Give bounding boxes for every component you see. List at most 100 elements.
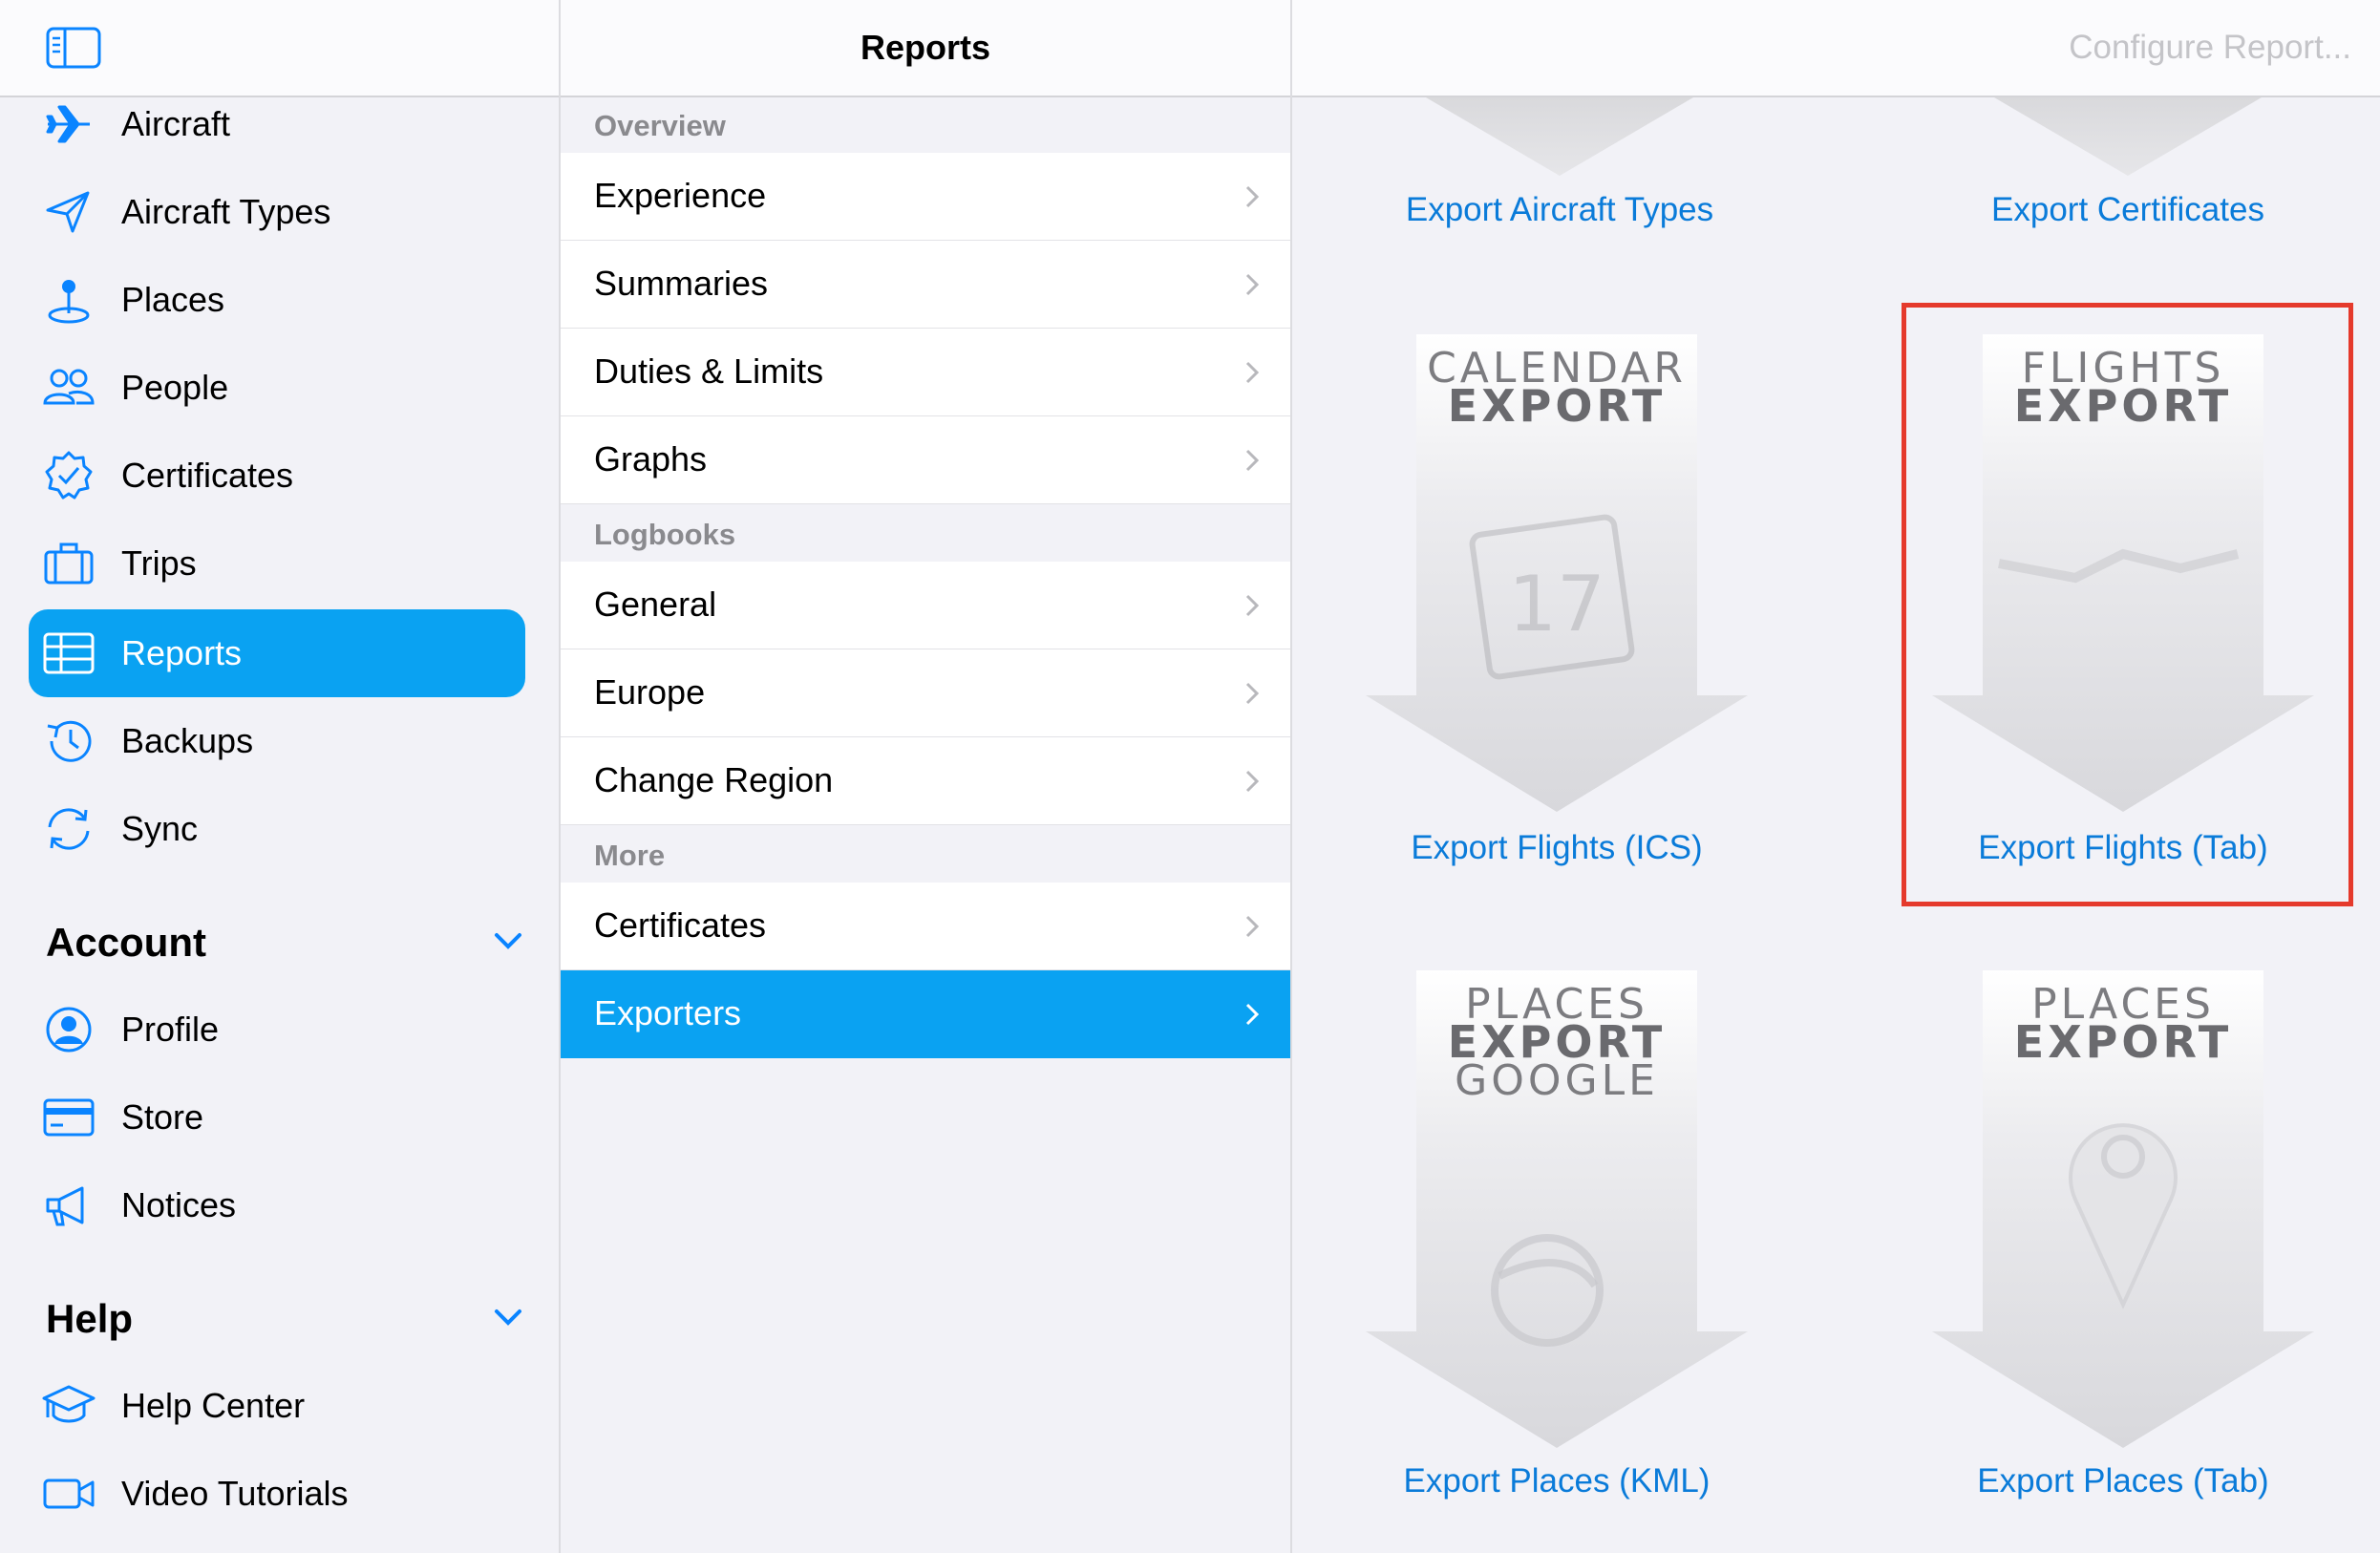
paper-plane-icon — [46, 191, 90, 233]
chevron-down-icon — [495, 1309, 521, 1326]
section-title: Help — [46, 1296, 134, 1341]
sidebar-item-label: Aircraft Types — [121, 192, 331, 231]
sidebar-item-notices[interactable]: Notices — [29, 1161, 525, 1249]
sidebar-item-label: Sync — [121, 809, 199, 848]
row-label: Summaries — [594, 264, 769, 303]
export-certificates-link[interactable]: Export Certificates — [1908, 189, 2348, 231]
list-row-europe[interactable]: Europe — [561, 649, 1290, 737]
sidebar-item-sync[interactable]: Sync — [29, 785, 525, 873]
row-label: General — [594, 585, 717, 624]
person-circle-icon — [46, 1007, 92, 1053]
row-label: Change Region — [594, 760, 834, 799]
row-label: Certificates — [594, 905, 767, 945]
list-row-general[interactable]: General — [561, 562, 1290, 649]
export-aircraft-types-link[interactable]: Export Aircraft Types — [1340, 189, 1779, 231]
sidebar-item-aircraft[interactable]: Aircraft — [29, 80, 525, 168]
page-title: Reports — [860, 28, 991, 67]
sidebar-item-store[interactable]: Store — [29, 1074, 525, 1161]
highlight-box — [1902, 303, 2353, 906]
list-row-experience[interactable]: Experience — [561, 153, 1290, 241]
navigation-bar: Reports — [561, 0, 1290, 97]
sidebar-item-label: Aircraft — [121, 104, 231, 143]
svg-text:17: 17 — [1508, 560, 1605, 649]
tile-title-line2: EXPORT — [2013, 1016, 2233, 1068]
row-label: Europe — [594, 672, 706, 712]
export-certificates-tile-icon[interactable] — [1994, 97, 2262, 178]
sidebar: Aircraft Aircraft Types Places People Ce… — [0, 0, 559, 1553]
tile-title-line2: EXPORT — [1447, 380, 1667, 432]
sidebar-item-help-center[interactable]: Help Center — [29, 1362, 525, 1450]
sidebar-item-certificates[interactable]: Certificates — [29, 432, 525, 520]
list-row-certificates[interactable]: Certificates — [561, 883, 1290, 970]
export-flights-ics-link[interactable]: Export Flights (ICS) — [1337, 827, 1776, 869]
sidebar-item-aircraft-types[interactable]: Aircraft Types — [29, 168, 525, 256]
sidebar-item-label: Certificates — [121, 456, 294, 495]
sidebar-item-label: Reports — [121, 633, 243, 672]
sidebar-item-reports[interactable]: Reports — [29, 609, 525, 697]
tile-title-line3: GOOGLE — [1455, 1056, 1659, 1105]
sidebar-item-label: People — [121, 368, 229, 407]
video-icon — [43, 1479, 95, 1509]
certificate-badge-icon — [45, 451, 93, 500]
chevron-down-icon — [495, 933, 521, 949]
chevron-right-icon — [1245, 594, 1260, 617]
sidebar-item-video-tutorials[interactable]: Video Tutorials — [29, 1450, 525, 1538]
list-row-duties-limits[interactable]: Duties & Limits — [561, 329, 1290, 416]
sidebar-item-label: Places — [121, 280, 225, 319]
export-places-tab-link[interactable]: Export Places (Tab) — [1903, 1460, 2343, 1502]
sidebar-item-label: Profile — [121, 1010, 220, 1049]
detail-toolbar: Configure Report... — [1292, 0, 2380, 97]
sidebar-item-profile[interactable]: Profile — [29, 986, 525, 1074]
export-flights-ics-tile[interactable]: 17 CALENDAR EXPORT Export Flights (ICS) — [1366, 334, 1748, 984]
group-header-more: More — [594, 839, 666, 872]
export-places-tab-tile[interactable]: PLACES EXPORT Export Places (Tab) — [1932, 970, 2314, 1553]
row-label: Duties & Limits — [594, 351, 824, 391]
sync-icon — [48, 808, 90, 850]
graduation-cap-icon — [42, 1385, 96, 1423]
clock-history-icon — [47, 720, 92, 762]
group-header-logbooks: Logbooks — [594, 518, 736, 551]
sidebar-item-label: Backups — [121, 721, 254, 760]
reports-list-pane: Reports Overview Experience Summaries Du… — [559, 0, 1292, 1553]
sidebar-item-label: Store — [121, 1097, 204, 1137]
list-row-summaries[interactable]: Summaries — [561, 241, 1290, 329]
sidebar-item-label: Help Center — [121, 1386, 306, 1425]
sidebar-item-people[interactable]: People — [29, 344, 525, 432]
chevron-right-icon — [1245, 915, 1260, 938]
sidebar-item-label: Notices — [121, 1185, 237, 1224]
export-places-kml-link[interactable]: Export Places (KML) — [1337, 1460, 1776, 1502]
sidebar-item-trips[interactable]: Trips — [29, 520, 525, 607]
table-icon — [43, 632, 95, 674]
chevron-right-icon — [1245, 1003, 1260, 1026]
section-title: Account — [46, 920, 206, 965]
row-label: Experience — [594, 176, 767, 215]
chevron-right-icon — [1245, 770, 1260, 793]
section-header-help[interactable]: Help — [46, 1287, 523, 1345]
group-header-overview: Overview — [594, 109, 726, 142]
megaphone-icon — [46, 1186, 84, 1226]
credit-card-icon — [43, 1098, 95, 1137]
chevron-right-icon — [1245, 449, 1260, 472]
row-label: Graphs — [594, 439, 708, 479]
suitcase-icon — [44, 542, 94, 585]
people-icon — [43, 369, 95, 405]
chevron-right-icon — [1245, 361, 1260, 384]
row-label: Exporters — [594, 993, 742, 1032]
sidebar-toggle-icon[interactable] — [46, 27, 101, 69]
chevron-right-icon — [1245, 682, 1260, 705]
configure-report-button[interactable]: Configure Report... — [2069, 27, 2351, 69]
list-row-change-region[interactable]: Change Region — [561, 737, 1290, 825]
chevron-right-icon — [1245, 185, 1260, 208]
export-places-kml-tile[interactable]: PLACES EXPORT GOOGLE Export Places (KML) — [1366, 970, 1748, 1553]
airplane-icon — [46, 105, 90, 143]
sidebar-item-backups[interactable]: Backups — [29, 697, 525, 785]
export-aircraft-types-tile-icon[interactable] — [1426, 97, 1693, 178]
chevron-right-icon — [1245, 273, 1260, 296]
pin-icon — [48, 280, 90, 324]
sidebar-item-label: Video Tutorials — [121, 1474, 349, 1513]
sidebar-item-places[interactable]: Places — [29, 256, 525, 344]
section-header-account[interactable]: Account — [46, 911, 523, 968]
sidebar-item-label: Trips — [121, 543, 197, 583]
list-row-exporters[interactable]: Exporters — [561, 970, 1290, 1058]
list-row-graphs[interactable]: Graphs — [561, 416, 1290, 504]
